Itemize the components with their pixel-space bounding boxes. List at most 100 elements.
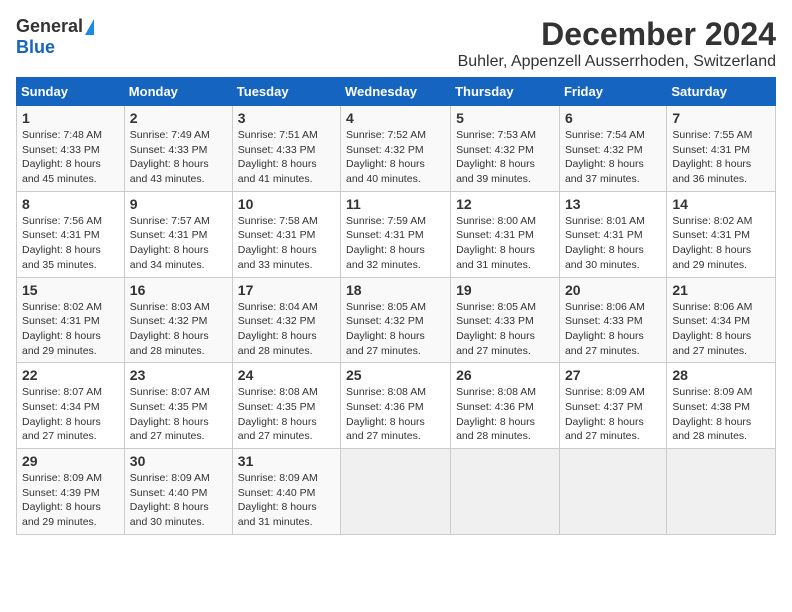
calendar-cell: 25 Sunrise: 8:08 AM Sunset: 4:36 PM Dayli… <box>341 363 451 449</box>
day-info: Sunrise: 7:55 AM Sunset: 4:31 PM Dayligh… <box>672 128 770 187</box>
calendar-cell <box>559 449 666 535</box>
calendar-cell: 18 Sunrise: 8:05 AM Sunset: 4:32 PM Dayli… <box>341 277 451 363</box>
day-number: 31 <box>238 453 335 469</box>
calendar-header-friday: Friday <box>559 78 666 106</box>
day-info: Sunrise: 8:07 AM Sunset: 4:35 PM Dayligh… <box>130 385 227 444</box>
calendar-header-row: SundayMondayTuesdayWednesdayThursdayFrid… <box>17 78 776 106</box>
day-number: 9 <box>130 196 227 212</box>
day-info: Sunrise: 8:05 AM Sunset: 4:32 PM Dayligh… <box>346 300 445 359</box>
calendar-cell: 13 Sunrise: 8:01 AM Sunset: 4:31 PM Dayli… <box>559 191 666 277</box>
calendar-cell: 5 Sunrise: 7:53 AM Sunset: 4:32 PM Daylig… <box>451 106 560 192</box>
calendar-week-row: 8Sunrise: 7:56 AM Sunset: 4:31 PM Daylig… <box>17 191 776 277</box>
day-number: 26 <box>456 367 554 383</box>
logo-blue: Blue <box>16 37 55 57</box>
calendar-week-row: 15Sunrise: 8:02 AM Sunset: 4:31 PM Dayli… <box>17 277 776 363</box>
calendar-cell: 30 Sunrise: 8:09 AM Sunset: 4:40 PM Dayli… <box>124 449 232 535</box>
calendar-week-row: 1 Sunrise: 7:48 AM Sunset: 4:33 PM Daylig… <box>17 106 776 192</box>
day-number: 16 <box>130 282 227 298</box>
day-number: 17 <box>238 282 335 298</box>
calendar-cell: 9 Sunrise: 7:57 AM Sunset: 4:31 PM Daylig… <box>124 191 232 277</box>
header: General Blue December 2024 Buhler, Appen… <box>16 16 776 71</box>
day-number: 18 <box>346 282 445 298</box>
day-info: Sunrise: 7:49 AM Sunset: 4:33 PM Dayligh… <box>130 128 227 187</box>
day-info: Sunrise: 8:08 AM Sunset: 4:36 PM Dayligh… <box>346 385 445 444</box>
calendar-cell: 31 Sunrise: 8:09 AM Sunset: 4:40 PM Dayli… <box>232 449 340 535</box>
calendar-cell: 20 Sunrise: 8:06 AM Sunset: 4:33 PM Dayli… <box>559 277 666 363</box>
calendar-cell: 27 Sunrise: 8:09 AM Sunset: 4:37 PM Dayli… <box>559 363 666 449</box>
day-info: Sunrise: 8:01 AM Sunset: 4:31 PM Dayligh… <box>565 214 661 273</box>
day-info: Sunrise: 8:07 AM Sunset: 4:34 PM Dayligh… <box>22 385 119 444</box>
calendar-cell: 12 Sunrise: 8:00 AM Sunset: 4:31 PM Dayli… <box>451 191 560 277</box>
calendar-cell <box>451 449 560 535</box>
day-number: 24 <box>238 367 335 383</box>
day-number: 3 <box>238 110 335 126</box>
calendar-cell: 7 Sunrise: 7:55 AM Sunset: 4:31 PM Daylig… <box>667 106 776 192</box>
calendar-cell: 24Sunrise: 8:08 AM Sunset: 4:35 PM Dayli… <box>232 363 340 449</box>
calendar-cell: 19 Sunrise: 8:05 AM Sunset: 4:33 PM Dayli… <box>451 277 560 363</box>
calendar-cell: 23 Sunrise: 8:07 AM Sunset: 4:35 PM Dayli… <box>124 363 232 449</box>
day-info: Sunrise: 8:00 AM Sunset: 4:31 PM Dayligh… <box>456 214 554 273</box>
day-number: 23 <box>130 367 227 383</box>
calendar-cell: 28Sunrise: 8:09 AM Sunset: 4:38 PM Dayli… <box>667 363 776 449</box>
day-number: 13 <box>565 196 661 212</box>
day-number: 8 <box>22 196 119 212</box>
day-info: Sunrise: 8:09 AM Sunset: 4:37 PM Dayligh… <box>565 385 661 444</box>
calendar-cell: 22Sunrise: 8:07 AM Sunset: 4:34 PM Dayli… <box>17 363 125 449</box>
calendar-cell: 11Sunrise: 7:59 AM Sunset: 4:31 PM Dayli… <box>341 191 451 277</box>
calendar-cell: 15Sunrise: 8:02 AM Sunset: 4:31 PM Dayli… <box>17 277 125 363</box>
calendar-header-saturday: Saturday <box>667 78 776 106</box>
day-info: Sunrise: 8:06 AM Sunset: 4:34 PM Dayligh… <box>672 300 770 359</box>
day-info: Sunrise: 8:05 AM Sunset: 4:33 PM Dayligh… <box>456 300 554 359</box>
calendar-header-monday: Monday <box>124 78 232 106</box>
day-number: 30 <box>130 453 227 469</box>
day-info: Sunrise: 8:09 AM Sunset: 4:40 PM Dayligh… <box>238 471 335 530</box>
calendar-cell: 4 Sunrise: 7:52 AM Sunset: 4:32 PM Daylig… <box>341 106 451 192</box>
calendar-cell <box>667 449 776 535</box>
subtitle: Buhler, Appenzell Ausserrhoden, Switzerl… <box>458 53 776 71</box>
day-number: 20 <box>565 282 661 298</box>
day-number: 27 <box>565 367 661 383</box>
day-info: Sunrise: 8:06 AM Sunset: 4:33 PM Dayligh… <box>565 300 661 359</box>
day-info: Sunrise: 7:51 AM Sunset: 4:33 PM Dayligh… <box>238 128 335 187</box>
calendar-header-wednesday: Wednesday <box>341 78 451 106</box>
day-info: Sunrise: 7:57 AM Sunset: 4:31 PM Dayligh… <box>130 214 227 273</box>
calendar-table: SundayMondayTuesdayWednesdayThursdayFrid… <box>16 77 776 535</box>
day-info: Sunrise: 7:52 AM Sunset: 4:32 PM Dayligh… <box>346 128 445 187</box>
calendar-cell <box>341 449 451 535</box>
calendar-header-thursday: Thursday <box>451 78 560 106</box>
day-info: Sunrise: 7:53 AM Sunset: 4:32 PM Dayligh… <box>456 128 554 187</box>
day-info: Sunrise: 8:02 AM Sunset: 4:31 PM Dayligh… <box>672 214 770 273</box>
logo-general: General <box>16 16 83 37</box>
day-number: 21 <box>672 282 770 298</box>
calendar-header-tuesday: Tuesday <box>232 78 340 106</box>
day-info: Sunrise: 8:09 AM Sunset: 4:40 PM Dayligh… <box>130 471 227 530</box>
day-number: 15 <box>22 282 119 298</box>
day-info: Sunrise: 8:04 AM Sunset: 4:32 PM Dayligh… <box>238 300 335 359</box>
day-number: 7 <box>672 110 770 126</box>
day-info: Sunrise: 8:08 AM Sunset: 4:36 PM Dayligh… <box>456 385 554 444</box>
day-number: 6 <box>565 110 661 126</box>
day-number: 5 <box>456 110 554 126</box>
day-info: Sunrise: 7:48 AM Sunset: 4:33 PM Dayligh… <box>22 128 119 187</box>
day-number: 25 <box>346 367 445 383</box>
day-number: 12 <box>456 196 554 212</box>
calendar-cell: 29Sunrise: 8:09 AM Sunset: 4:39 PM Dayli… <box>17 449 125 535</box>
day-number: 4 <box>346 110 445 126</box>
calendar-header-sunday: Sunday <box>17 78 125 106</box>
day-number: 1 <box>22 110 119 126</box>
day-number: 28 <box>672 367 770 383</box>
calendar-cell: 2Sunrise: 7:49 AM Sunset: 4:33 PM Daylig… <box>124 106 232 192</box>
logo-icon <box>85 19 94 35</box>
day-number: 10 <box>238 196 335 212</box>
calendar-cell: 3 Sunrise: 7:51 AM Sunset: 4:33 PM Daylig… <box>232 106 340 192</box>
day-info: Sunrise: 8:09 AM Sunset: 4:39 PM Dayligh… <box>22 471 119 530</box>
day-number: 11 <box>346 196 445 212</box>
calendar-cell: 6 Sunrise: 7:54 AM Sunset: 4:32 PM Daylig… <box>559 106 666 192</box>
calendar-cell: 26 Sunrise: 8:08 AM Sunset: 4:36 PM Dayli… <box>451 363 560 449</box>
calendar-cell: 10Sunrise: 7:58 AM Sunset: 4:31 PM Dayli… <box>232 191 340 277</box>
logo: General Blue <box>16 16 94 58</box>
calendar-cell: 8Sunrise: 7:56 AM Sunset: 4:31 PM Daylig… <box>17 191 125 277</box>
calendar-week-row: 29Sunrise: 8:09 AM Sunset: 4:39 PM Dayli… <box>17 449 776 535</box>
day-number: 19 <box>456 282 554 298</box>
day-info: Sunrise: 7:54 AM Sunset: 4:32 PM Dayligh… <box>565 128 661 187</box>
